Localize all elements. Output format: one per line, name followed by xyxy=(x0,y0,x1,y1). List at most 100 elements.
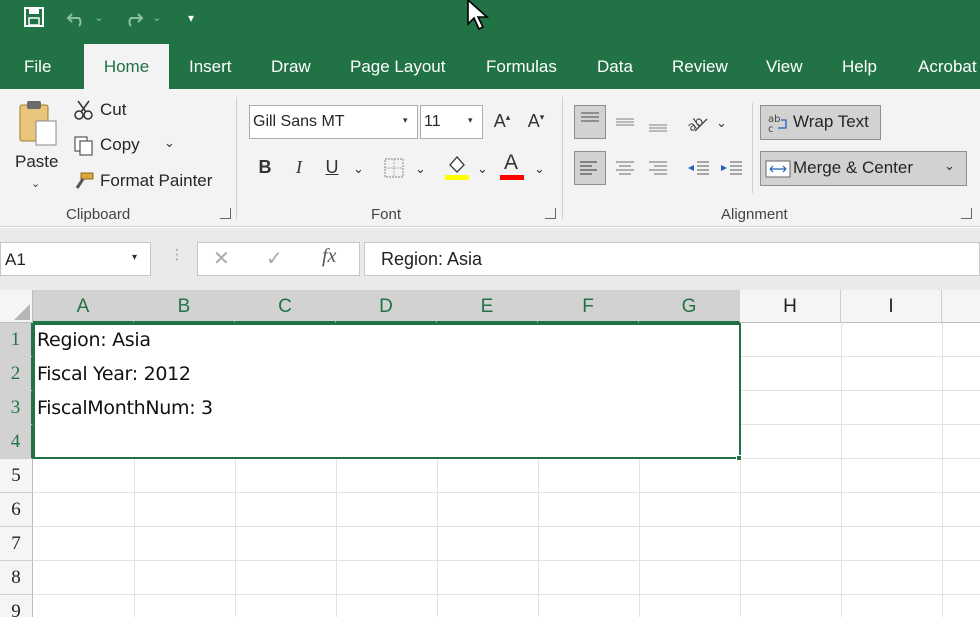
ribbon: Paste ⌄ Cut Copy ⌄ Format Painter Clipbo… xyxy=(0,89,980,227)
font-size-select[interactable]: 11 ▾ xyxy=(420,105,483,139)
customize-qat-icon[interactable]: ▾ xyxy=(184,6,198,30)
formula-bar: A1 ▾ ⋮ ✕ ✓ fx Region: Asia xyxy=(0,228,980,290)
row-header[interactable]: 6 xyxy=(0,493,33,527)
paste-icon[interactable] xyxy=(16,99,62,152)
tab-page-layout[interactable]: Page Layout xyxy=(350,44,445,89)
decrease-font-size-icon[interactable]: A▾ xyxy=(524,111,548,132)
undo-icon[interactable] xyxy=(64,6,90,30)
formula-input[interactable]: Region: Asia xyxy=(364,242,980,276)
clipboard-launcher-icon[interactable] xyxy=(220,208,231,219)
cut-button[interactable]: Cut xyxy=(100,100,126,120)
italic-button[interactable]: I xyxy=(288,157,310,178)
increase-font-size-icon[interactable]: A▴ xyxy=(490,111,514,132)
underline-dropdown-icon[interactable]: ⌄ xyxy=(353,161,364,177)
font-group-label: Font xyxy=(371,206,402,223)
orientation-icon[interactable]: ab xyxy=(685,109,711,140)
top-align-button[interactable] xyxy=(574,105,606,139)
row-header[interactable]: 9 xyxy=(0,595,33,617)
underline-button[interactable]: U xyxy=(321,157,343,178)
row-header[interactable]: 5 xyxy=(0,459,33,493)
cancel-entry-icon[interactable]: ✕ xyxy=(213,246,230,271)
fill-handle[interactable] xyxy=(736,455,742,461)
middle-align-icon[interactable] xyxy=(612,107,638,142)
column-header[interactable]: A xyxy=(33,290,134,323)
font-name-select[interactable]: Gill Sans MT ▾ xyxy=(249,105,418,139)
orientation-dropdown-icon[interactable]: ⌄ xyxy=(716,115,727,131)
column-header[interactable]: D xyxy=(336,290,437,323)
column-header[interactable]: H xyxy=(740,290,841,323)
tab-formulas[interactable]: Formulas xyxy=(486,44,557,89)
undo-dropdown-icon[interactable]: ⌄ xyxy=(92,6,106,30)
insert-function-button[interactable]: fx xyxy=(322,245,336,268)
copy-icon[interactable] xyxy=(73,135,95,162)
merge-dropdown-icon[interactable]: ⌄ xyxy=(944,158,955,174)
row-header[interactable]: 8 xyxy=(0,561,33,595)
tab-home[interactable]: Home xyxy=(84,44,169,89)
column-header[interactable]: I xyxy=(841,290,942,323)
copy-button[interactable]: Copy xyxy=(100,135,140,155)
copy-dropdown-icon[interactable]: ⌄ xyxy=(164,135,175,151)
tab-view[interactable]: View xyxy=(766,44,803,89)
row-header[interactable]: 4 xyxy=(0,425,33,459)
redo-icon[interactable] xyxy=(120,6,146,30)
wrap-text-button[interactable]: ab c Wrap Text xyxy=(760,105,881,140)
row-header[interactable]: 7 xyxy=(0,527,33,561)
formula-value: Region: Asia xyxy=(381,249,483,269)
column-header[interactable]: F xyxy=(538,290,639,323)
cell-a1[interactable]: Region: Asia xyxy=(37,329,151,351)
row-header[interactable]: 1 xyxy=(0,323,33,357)
align-left-button[interactable] xyxy=(574,151,606,185)
chevron-down-icon: ▾ xyxy=(132,252,138,263)
redo-dropdown-icon[interactable]: ⌄ xyxy=(150,6,164,30)
font-color-dropdown-icon[interactable]: ⌄ xyxy=(534,161,545,177)
merge-center-button[interactable]: Merge & Center ⌄ xyxy=(760,151,967,186)
borders-dropdown-icon[interactable]: ⌄ xyxy=(415,161,426,177)
increase-indent-icon[interactable] xyxy=(718,153,744,188)
svg-text:c: c xyxy=(768,124,774,134)
tab-data[interactable]: Data xyxy=(597,44,633,89)
align-right-icon[interactable] xyxy=(645,153,671,188)
column-header[interactable]: G xyxy=(639,290,740,323)
gridline xyxy=(942,323,943,617)
paste-button[interactable]: Paste xyxy=(15,152,58,172)
fill-color-icon[interactable] xyxy=(444,153,470,186)
cut-icon[interactable] xyxy=(73,99,95,126)
save-icon[interactable] xyxy=(22,6,46,30)
formula-bar-grip-icon: ⋮ xyxy=(170,246,184,262)
name-box[interactable]: A1 ▾ xyxy=(0,242,151,276)
fill-color-dropdown-icon[interactable]: ⌄ xyxy=(477,161,488,177)
font-color-icon[interactable]: A xyxy=(499,151,525,181)
row-header[interactable]: 3 xyxy=(0,391,33,425)
gridline xyxy=(33,560,980,561)
cell-a2[interactable]: Fiscal Year: 2012 xyxy=(37,363,191,385)
column-header[interactable] xyxy=(942,290,980,323)
align-center-icon[interactable] xyxy=(612,153,638,188)
alignment-launcher-icon[interactable] xyxy=(961,208,972,219)
clipboard-group-label: Clipboard xyxy=(66,206,131,223)
worksheet-grid[interactable]: A B C D E F G H I 1 2 3 4 5 6 7 8 9 Regi… xyxy=(0,290,980,617)
tab-insert[interactable]: Insert xyxy=(189,44,232,89)
paste-dropdown-icon[interactable]: ⌄ xyxy=(31,177,40,190)
format-painter-icon[interactable] xyxy=(73,170,95,197)
gridline xyxy=(841,323,842,617)
column-header[interactable]: E xyxy=(437,290,538,323)
font-launcher-icon[interactable] xyxy=(545,208,556,219)
decrease-indent-icon[interactable] xyxy=(685,153,711,188)
borders-icon[interactable] xyxy=(383,157,405,184)
tab-help[interactable]: Help xyxy=(842,44,877,89)
column-header[interactable]: C xyxy=(235,290,336,323)
bottom-align-icon[interactable] xyxy=(645,107,671,142)
tab-review[interactable]: Review xyxy=(672,44,728,89)
bold-button[interactable]: B xyxy=(254,157,276,178)
tab-acrobat[interactable]: Acrobat xyxy=(918,44,977,89)
cell-a3[interactable]: FiscalMonthNum: 3 xyxy=(37,397,213,419)
tab-file[interactable]: File xyxy=(24,44,51,89)
row-header[interactable]: 2 xyxy=(0,357,33,391)
group-divider xyxy=(562,97,563,219)
confirm-entry-icon[interactable]: ✓ xyxy=(266,246,283,271)
select-all-corner[interactable] xyxy=(0,290,33,323)
column-header[interactable]: B xyxy=(134,290,235,323)
format-painter-button[interactable]: Format Painter xyxy=(100,171,212,191)
group-divider xyxy=(236,97,237,219)
tab-draw[interactable]: Draw xyxy=(271,44,311,89)
